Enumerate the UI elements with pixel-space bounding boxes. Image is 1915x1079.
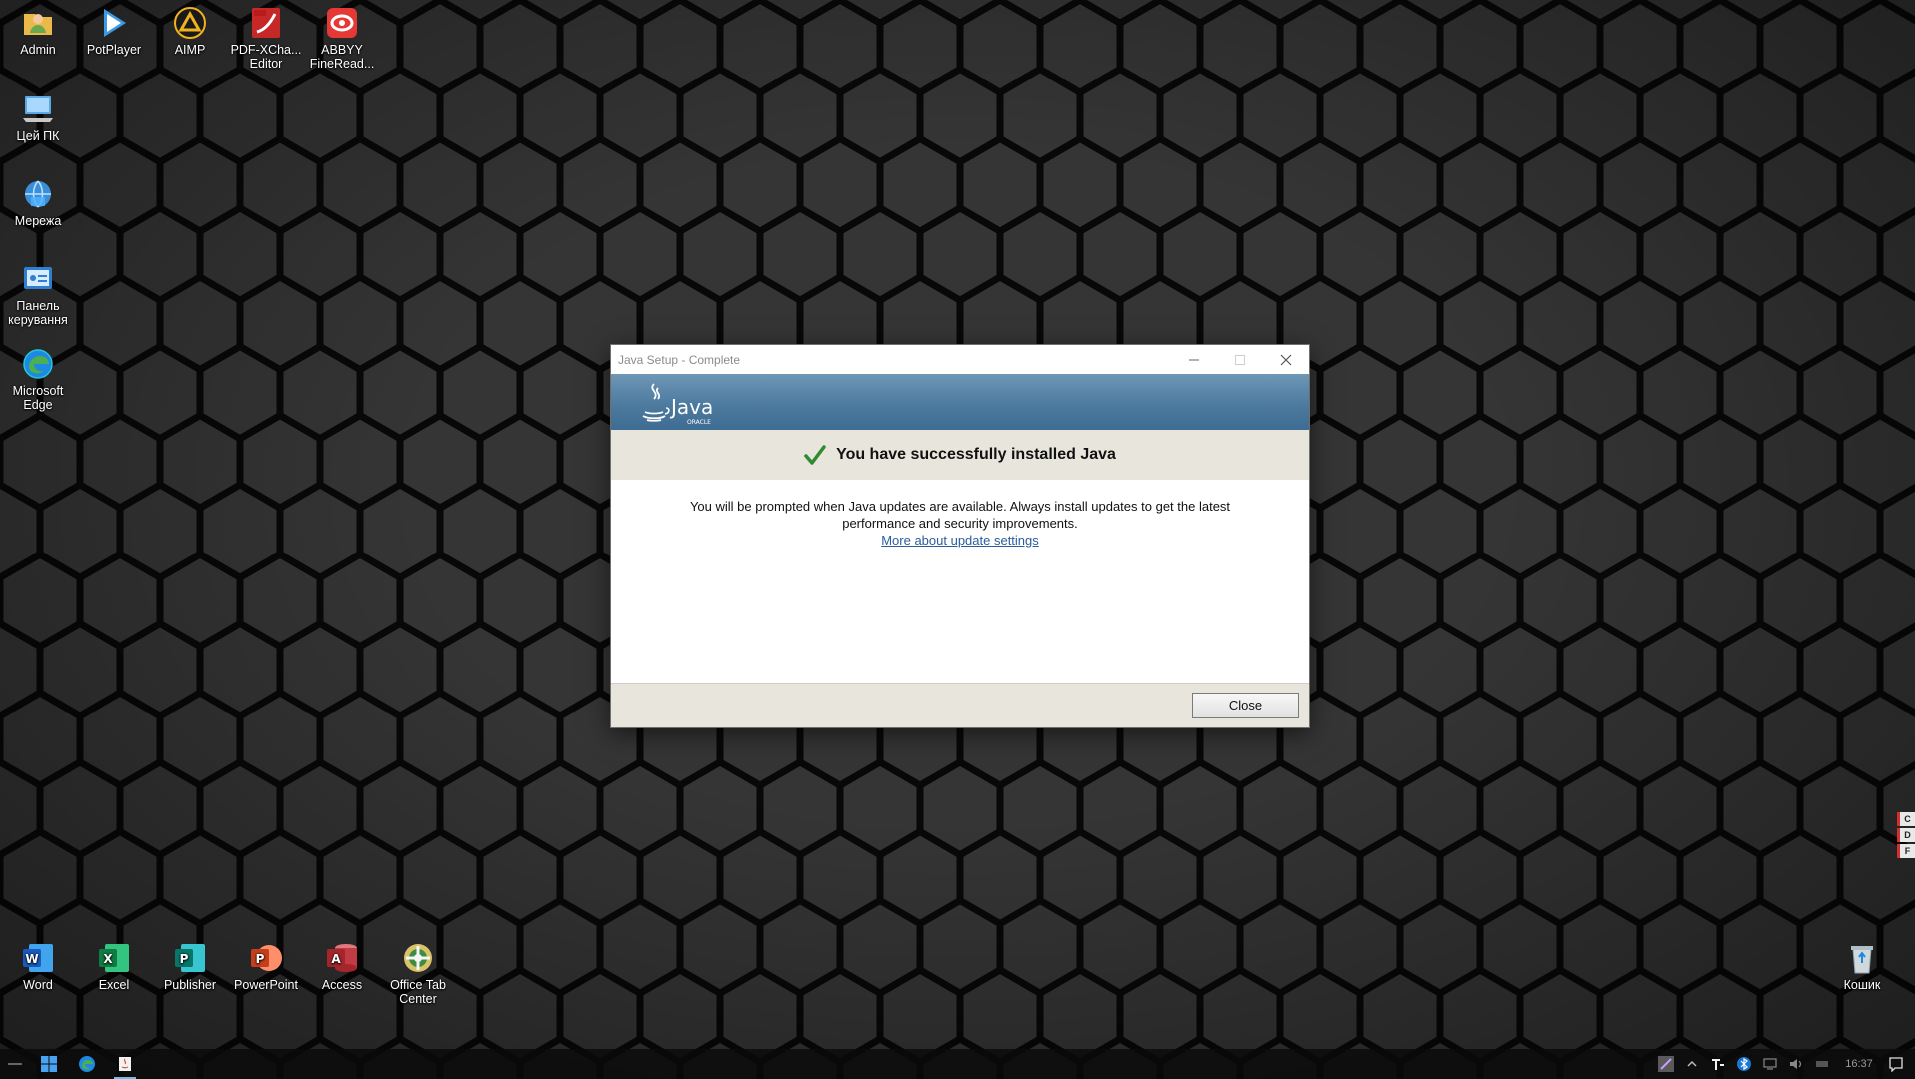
dialog-titlebar[interactable]: Java Setup - Complete: [611, 345, 1309, 374]
desktop-icon-label: ABBYY FineRead...: [309, 43, 375, 71]
desktop-icon-office-tab-center[interactable]: Office Tab Center: [380, 941, 456, 1006]
svg-text:P: P: [180, 952, 189, 966]
access-icon: A: [325, 941, 359, 975]
desktop-icon-label: Панель керування: [8, 299, 68, 327]
start-button[interactable]: [30, 1049, 68, 1079]
java-logo-text: Java: [669, 395, 713, 419]
desktop-icon-potplayer[interactable]: PotPlayer: [76, 6, 152, 57]
system-tray: 16:37: [1657, 1049, 1915, 1079]
pdf-icon: [249, 6, 283, 40]
play-icon: [97, 6, 131, 40]
success-status: You have successfully installed Java: [611, 430, 1309, 480]
desktop-icon-publisher[interactable]: P Publisher: [152, 941, 228, 992]
drive-c-item[interactable]: C: [1897, 812, 1915, 826]
svg-text:X: X: [103, 952, 113, 966]
taskbar-edge[interactable]: [68, 1049, 106, 1079]
tray-pen-icon[interactable]: [1657, 1055, 1675, 1073]
close-window-button[interactable]: [1263, 345, 1309, 374]
tray-chevron-up-icon[interactable]: [1683, 1055, 1701, 1073]
desktop-icon-word[interactable]: W Word: [0, 941, 76, 992]
desktop-icon-label: Цей ПК: [16, 129, 60, 143]
desktop-icon-recycle-bin[interactable]: Кошик: [1824, 941, 1900, 992]
minimize-icon: [1189, 359, 1199, 360]
control-panel-icon: [21, 262, 55, 296]
svg-text:W: W: [25, 952, 38, 966]
tray-app-icon[interactable]: [1709, 1055, 1727, 1073]
taskbar-java-setup[interactable]: [106, 1049, 144, 1079]
desktop-icon-label: PotPlayer: [86, 43, 142, 57]
desktop-icon-pdf-xchange[interactable]: PDF-XCha... Editor: [228, 6, 304, 71]
svg-text:P: P: [256, 952, 265, 966]
excel-icon: X: [97, 941, 131, 975]
taskbar-search-button[interactable]: [0, 1049, 30, 1079]
drive-f-item[interactable]: F: [1897, 844, 1915, 858]
desktop-icon-label: AIMP: [174, 43, 206, 57]
user-folder-icon: [21, 6, 55, 40]
desktop-icon-label: Microsoft Edge: [12, 384, 64, 412]
desktop-icon-label: Excel: [98, 978, 130, 992]
desktop-icon-aimp[interactable]: AIMP: [152, 6, 228, 57]
java-logo-icon: Java ORACLE: [642, 383, 713, 426]
desktop-icon-edge[interactable]: Microsoft Edge: [0, 347, 76, 412]
recycle-bin-icon: [1845, 941, 1879, 975]
powerpoint-icon: P: [249, 941, 283, 975]
java-setup-icon: [119, 1057, 131, 1071]
desktop-icon-label: Word: [23, 978, 53, 992]
language-indicator-icon[interactable]: [1813, 1055, 1831, 1073]
taskbar-clock[interactable]: 16:37: [1839, 1058, 1879, 1070]
java-banner: Java ORACLE: [611, 374, 1309, 430]
volume-icon[interactable]: [1787, 1055, 1805, 1073]
update-settings-link[interactable]: More about update settings: [881, 532, 1039, 549]
checkmark-icon: [804, 445, 826, 465]
maximize-button: [1217, 345, 1263, 374]
dialog-content: You will be prompted when Java updates a…: [611, 480, 1309, 683]
maximize-icon: [1235, 354, 1245, 365]
desktop-icon-label: Office Tab Center: [390, 978, 446, 1006]
publisher-icon: P: [173, 941, 207, 975]
notification-icon[interactable]: [1887, 1055, 1905, 1073]
bluetooth-icon[interactable]: [1735, 1055, 1753, 1073]
desktop-icon-powerpoint[interactable]: P PowerPoint: [228, 941, 304, 992]
desktop-icon-label: Publisher: [163, 978, 217, 992]
desktop-icon-control-panel[interactable]: Панель керування: [0, 262, 76, 327]
svg-text:A: A: [331, 952, 341, 966]
success-heading: You have successfully installed Java: [836, 446, 1116, 463]
abbyy-icon: [325, 6, 359, 40]
desktop-icon-label: PDF-XCha... Editor: [230, 43, 302, 71]
dialog-footer: Close: [611, 683, 1309, 727]
minimize-button[interactable]: [1171, 345, 1217, 374]
office-tab-center-icon: [401, 941, 435, 975]
desktop-icon-label: Мережа: [14, 214, 62, 228]
desktop-icon-admin[interactable]: Admin: [0, 6, 76, 57]
desktop-icon-access[interactable]: A Access: [304, 941, 380, 992]
drive-d-item[interactable]: D: [1897, 828, 1915, 842]
desktop-icon-abbyy[interactable]: ABBYY FineRead...: [304, 6, 380, 71]
taskbar-small-icon: [8, 1063, 22, 1065]
desktop-icon-excel[interactable]: X Excel: [76, 941, 152, 992]
windows-icon: [41, 1056, 57, 1072]
desktop-icon-label: Access: [321, 978, 363, 992]
computer-icon: [21, 92, 55, 126]
update-message: You will be prompted when Java updates a…: [689, 499, 1231, 531]
aimp-icon: [173, 6, 207, 40]
drive-widget: C D F: [1897, 812, 1915, 872]
word-icon: W: [21, 941, 55, 975]
edge-browser-icon: [79, 1056, 95, 1072]
close-button[interactable]: Close: [1192, 693, 1299, 718]
desktop-icon-label: Admin: [20, 43, 56, 57]
taskbar: 16:37: [0, 1049, 1915, 1079]
close-icon: [1280, 354, 1292, 365]
desktop-icon-this-pc[interactable]: Цей ПК: [0, 92, 76, 143]
network-globe-icon: [21, 177, 55, 211]
network-tray-icon[interactable]: [1761, 1055, 1779, 1073]
java-setup-dialog: Java Setup - Complete Java ORACLE You ha…: [610, 344, 1310, 728]
edge-browser-icon: [21, 347, 55, 381]
desktop-icon-label: PowerPoint: [234, 978, 298, 992]
desktop-icon-label: Кошик: [1843, 978, 1881, 992]
dialog-title: Java Setup - Complete: [618, 352, 741, 367]
oracle-logo-text: ORACLE: [687, 419, 711, 426]
desktop-icon-network[interactable]: Мережа: [0, 177, 76, 228]
